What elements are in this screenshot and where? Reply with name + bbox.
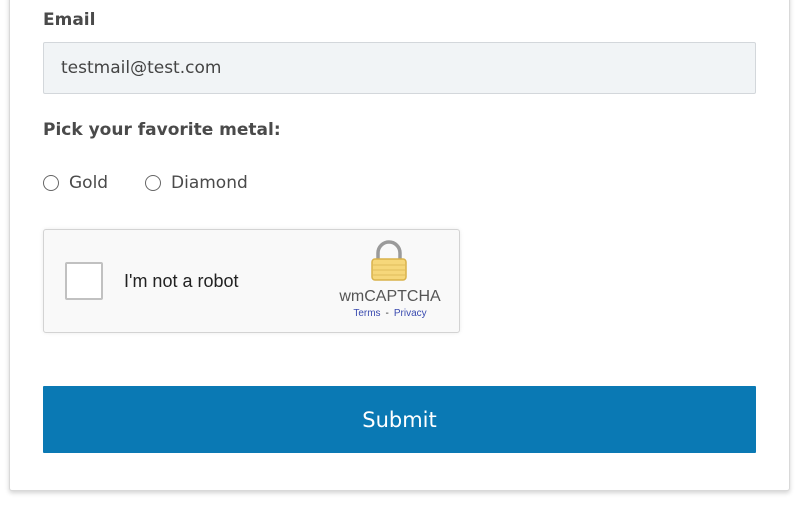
email-label: Email	[43, 10, 96, 30]
gold-radio-button[interactable]	[43, 175, 59, 191]
captcha-links: Terms - Privacy	[334, 308, 446, 319]
metal-question-label: Pick your favorite metal:	[43, 120, 281, 140]
captcha-terms-link[interactable]: Terms	[353, 308, 380, 319]
email-input[interactable]	[43, 42, 756, 94]
lock-icon	[371, 240, 407, 281]
captcha-link-separator: -	[385, 308, 389, 319]
diamond-radio-button[interactable]	[145, 175, 161, 191]
captcha-privacy-link[interactable]: Privacy	[394, 308, 427, 319]
gold-radio-label: Gold	[69, 173, 109, 193]
captcha-checkbox-label: I'm not a robot	[124, 271, 239, 291]
captcha-checkbox[interactable]	[65, 262, 103, 300]
captcha-brand: wmCAPTCHA	[339, 288, 441, 305]
diamond-radio-label: Diamond	[171, 173, 248, 193]
radio-option-gold[interactable]: Gold	[43, 172, 108, 194]
captcha-widget: I'm not a robot wmCAPTCHA Terms - Privacy	[43, 229, 460, 333]
submit-button[interactable]: Submit	[43, 386, 756, 453]
radio-option-diamond[interactable]: Diamond	[145, 172, 248, 194]
